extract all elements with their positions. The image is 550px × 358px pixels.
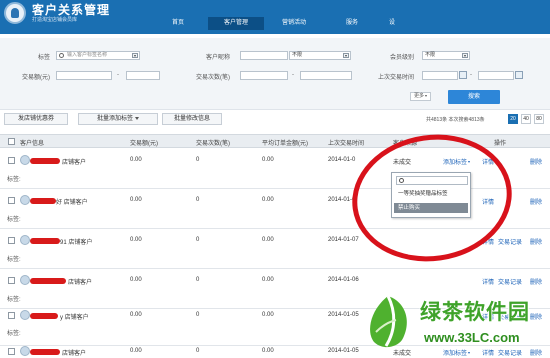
count-label: 交易次数(笔) <box>196 75 230 81</box>
select-all-checkbox[interactable] <box>8 138 15 145</box>
tag-label: 标签: <box>7 331 21 337</box>
member-level-label: 会员级别 <box>390 55 415 61</box>
tag-label: 标签 <box>38 55 51 61</box>
detail-link[interactable]: 详情 <box>482 277 494 286</box>
app-title: 客户关系管理 <box>32 2 111 17</box>
row-checkbox[interactable] <box>8 312 15 319</box>
calendar-icon[interactable] <box>515 71 523 79</box>
customer-name[interactable]: 店铺客户 <box>62 157 86 166</box>
main-nav: 首页 客户管理 营销活动 服务 设 <box>150 17 404 30</box>
last-trade-to-input[interactable] <box>478 71 514 80</box>
tag-label: 标签: <box>7 297 21 303</box>
search-icon <box>59 53 64 58</box>
tab-home[interactable]: 首页 <box>150 17 206 30</box>
chevron-down-icon <box>462 53 468 58</box>
column-actions: 操作 <box>494 141 507 147</box>
app-subtitle: 打造淘宝店铺会员库 <box>32 16 78 23</box>
row-checkbox[interactable] <box>8 157 15 164</box>
app-header: 客户关系管理 打造淘宝店铺会员库 首页 客户管理 营销活动 服务 设 <box>0 0 550 34</box>
tag-filter-select[interactable]: 输入客户标签名称 <box>56 51 140 60</box>
trade-record-link[interactable]: 交易记录 <box>498 237 522 246</box>
nickname-label: 客户昵称 <box>206 55 231 61</box>
watermark: 绿茶软件园 www.33LC.com <box>360 292 550 358</box>
column-amount: 交易额(元) <box>130 141 158 147</box>
trade-record-link[interactable]: 交易记录 <box>498 277 522 286</box>
customer-name[interactable]: 店铺客户 <box>62 348 86 357</box>
tab-customer-management[interactable]: 客户管理 <box>208 17 264 30</box>
watermark-name: 绿茶软件园 <box>420 301 530 324</box>
leaf-logo-icon <box>370 295 407 348</box>
tab-settings[interactable]: 设 <box>382 17 402 30</box>
count-min-input[interactable] <box>240 71 288 80</box>
chevron-down-icon <box>135 116 139 120</box>
batch-edit-button[interactable]: 批量修改信息 <box>162 113 222 125</box>
amount-min-input[interactable] <box>56 71 112 80</box>
count-max-input[interactable] <box>300 71 352 80</box>
avatar <box>20 155 30 165</box>
avatar <box>20 275 30 285</box>
tag-label: 标签: <box>7 257 21 263</box>
column-customer-info: 客户信息 <box>20 141 45 147</box>
avatar <box>20 235 30 245</box>
row-checkbox[interactable] <box>8 237 15 244</box>
delete-link[interactable]: 删除 <box>530 237 542 246</box>
column-avg-order: 平均订单金额(元) <box>262 141 308 147</box>
customer-name[interactable]: 好 店铺客户 <box>56 197 88 206</box>
column-last-trade: 上次交易时间 <box>328 141 365 147</box>
tag-label: 标签: <box>7 217 21 223</box>
crm-logo-icon <box>4 2 26 24</box>
redaction-mark <box>30 198 56 204</box>
send-coupon-button[interactable]: 发店铺优惠券 <box>4 113 68 125</box>
row-checkbox[interactable] <box>8 197 15 204</box>
redaction-mark <box>30 158 60 164</box>
page-size-20[interactable]: 20 <box>508 114 518 124</box>
redaction-mark <box>30 238 60 244</box>
member-level-select[interactable]: 不限 <box>422 51 470 60</box>
result-count: 共4813条 本次搜索4813条 <box>426 117 485 123</box>
customer-name[interactable]: 店铺客户 <box>68 277 92 286</box>
delete-link[interactable]: 删除 <box>530 277 542 286</box>
page-size-40[interactable]: 40 <box>521 114 531 124</box>
row-checkbox[interactable] <box>8 277 15 284</box>
chevron-down-icon <box>343 53 349 58</box>
page-size-80[interactable]: 80 <box>534 114 544 124</box>
calendar-icon[interactable] <box>459 71 467 79</box>
amount-label: 交易额(元) <box>22 75 50 81</box>
avatar <box>20 195 30 205</box>
last-trade-from-input[interactable] <box>422 71 458 80</box>
last-trade-time-label: 上次交易时间 <box>378 75 415 81</box>
avatar <box>20 310 30 320</box>
chevron-down-icon <box>132 53 138 58</box>
nickname-input[interactable] <box>240 51 288 60</box>
tab-marketing[interactable]: 营销活动 <box>266 17 322 30</box>
delete-link[interactable]: 删除 <box>530 197 542 206</box>
table-toolbar: 发店铺优惠券 批量添加标签 批量修改信息 共4813条 本次搜索4813条 20… <box>0 112 550 128</box>
avatar <box>20 346 30 356</box>
amount-max-input[interactable] <box>126 71 160 80</box>
more-filters-button[interactable]: 更多 <box>410 92 432 101</box>
redaction-mark <box>30 349 60 355</box>
chevron-down-icon <box>425 94 428 97</box>
nickname-match-select[interactable]: 不限 <box>289 51 351 60</box>
customer-name[interactable]: 91 店铺客户 <box>60 237 92 246</box>
tag-placeholder: 输入客户标签名称 <box>67 52 108 58</box>
row-checkbox[interactable] <box>8 348 15 355</box>
tab-service[interactable]: 服务 <box>324 17 380 30</box>
batch-add-tag-button[interactable]: 批量添加标签 <box>78 113 158 125</box>
delete-link[interactable]: 删除 <box>530 157 542 166</box>
redaction-mark <box>30 278 66 284</box>
tag-label: 标签: <box>7 177 21 183</box>
column-count: 交易次数(笔) <box>196 141 230 147</box>
watermark-url: www.33LC.com <box>424 330 520 345</box>
customer-name[interactable]: y 店铺客户 <box>60 312 89 321</box>
search-button[interactable]: 搜索 <box>448 90 500 104</box>
brand: 客户关系管理 打造淘宝店铺会员库 <box>4 2 110 24</box>
redaction-mark <box>30 313 58 319</box>
